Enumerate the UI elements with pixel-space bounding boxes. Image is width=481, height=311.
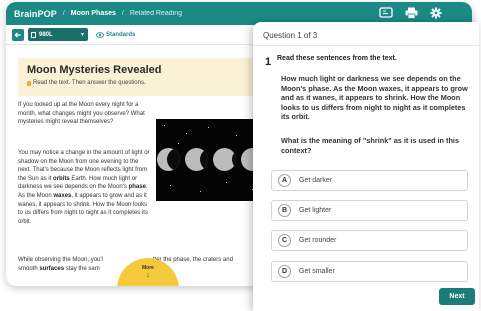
question-number: 1 bbox=[265, 56, 272, 68]
eye-icon bbox=[96, 31, 104, 38]
text-run: stay the sam bbox=[64, 265, 100, 272]
level-value: 980L bbox=[39, 31, 53, 38]
answer-option-b[interactable]: B Get lighter bbox=[271, 200, 468, 221]
back-arrow-icon bbox=[14, 31, 21, 38]
level-select[interactable]: 980L ▼ bbox=[28, 28, 88, 41]
option-letter: A bbox=[278, 174, 291, 187]
text-run: smooth bbox=[18, 265, 40, 272]
vocab-orbits[interactable]: orbits bbox=[53, 176, 70, 182]
chevron-down-icon: ▼ bbox=[80, 31, 85, 38]
captions-icon[interactable] bbox=[379, 7, 393, 19]
article-paragraph-1: If you looked up at the Moon every night… bbox=[18, 102, 145, 126]
answer-option-c[interactable]: C Get rounder bbox=[271, 230, 468, 251]
question-progress: Question 1 of 3 bbox=[253, 22, 479, 46]
moon-phases-image bbox=[156, 119, 266, 201]
instructions-text: Read the text. Then answer the questions… bbox=[33, 80, 146, 86]
vocab-waxes[interactable]: waxes bbox=[53, 193, 71, 199]
article-paragraph-2: You may notice a change in the amount of… bbox=[18, 149, 153, 226]
print-icon[interactable] bbox=[405, 7, 418, 19]
option-text: Get smaller bbox=[299, 268, 335, 275]
lightbulb-icon bbox=[27, 80, 31, 86]
question-prompt: What is the meaning of "shrink" as it is… bbox=[281, 136, 460, 155]
breadcrumb-separator: / bbox=[62, 10, 65, 17]
next-button[interactable]: Next bbox=[439, 288, 475, 305]
question-instruction: Read these sentences from the text. bbox=[277, 55, 397, 62]
more-label: More bbox=[142, 265, 154, 271]
breadcrumb-section: Related Reading bbox=[129, 10, 182, 17]
back-button[interactable] bbox=[12, 28, 24, 41]
moon-phase-1 bbox=[157, 148, 180, 171]
arrow-down-icon: ↓ bbox=[146, 272, 150, 279]
answer-option-d[interactable]: D Get smaller bbox=[271, 261, 468, 282]
question-passage: How much light or darkness we see depend… bbox=[281, 74, 468, 122]
breadcrumb-topic[interactable]: Moon Phases bbox=[71, 10, 116, 17]
top-icons bbox=[379, 7, 442, 19]
settings-icon[interactable] bbox=[430, 7, 442, 19]
breadcrumb-separator: / bbox=[121, 10, 124, 17]
brand-logo[interactable]: BrainPOP bbox=[14, 9, 57, 19]
question-panel: Question 1 of 3 1 Read these sentences f… bbox=[253, 22, 479, 311]
text-run: While observing the Moon, you'l bbox=[18, 257, 103, 263]
option-text: Get darker bbox=[299, 177, 333, 184]
option-letter: B bbox=[278, 204, 291, 217]
moon-phase-3 bbox=[213, 148, 236, 171]
option-letter: C bbox=[278, 234, 291, 247]
moon-phase-2 bbox=[185, 148, 208, 171]
option-letter: D bbox=[278, 265, 291, 278]
vocab-phase[interactable]: phase bbox=[129, 184, 146, 190]
option-text: Get rounder bbox=[299, 237, 337, 244]
vocab-surfaces[interactable]: surfaces bbox=[39, 266, 64, 272]
standards-label: Standards bbox=[106, 31, 136, 38]
document-icon bbox=[31, 31, 36, 38]
standards-link[interactable]: Standards bbox=[96, 32, 135, 38]
option-text: Get lighter bbox=[299, 207, 332, 214]
answer-option-a[interactable]: A Get darker bbox=[271, 170, 468, 191]
